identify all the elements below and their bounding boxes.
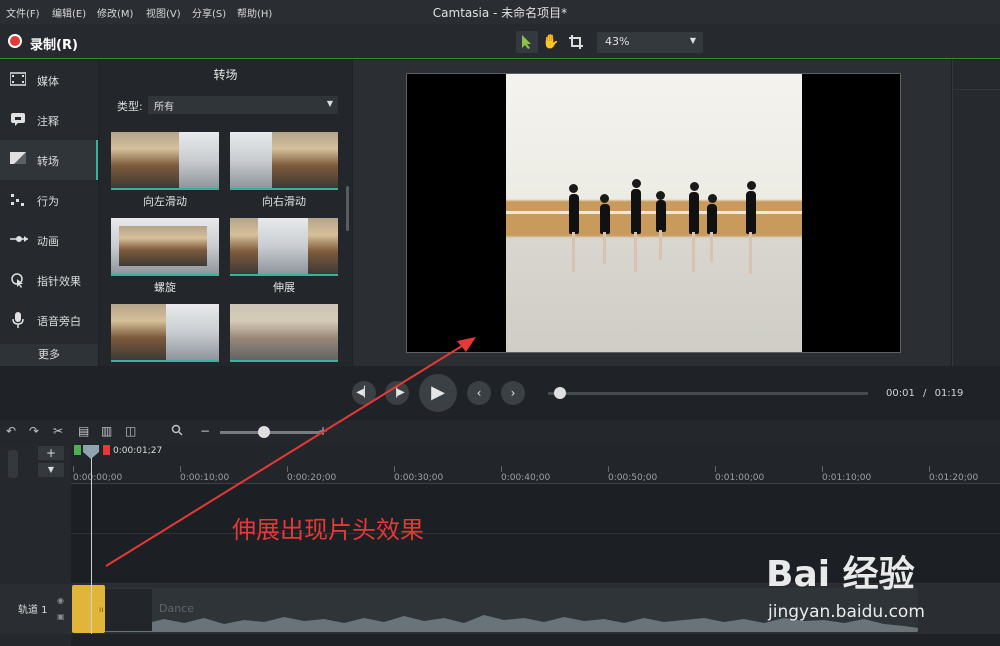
baidu-watermark-url: jingyan.baidu.com bbox=[768, 602, 925, 622]
annotation-text: 伸展出现片头效果 bbox=[232, 516, 424, 544]
baidu-watermark-logo: Bai 经验 bbox=[766, 554, 915, 595]
